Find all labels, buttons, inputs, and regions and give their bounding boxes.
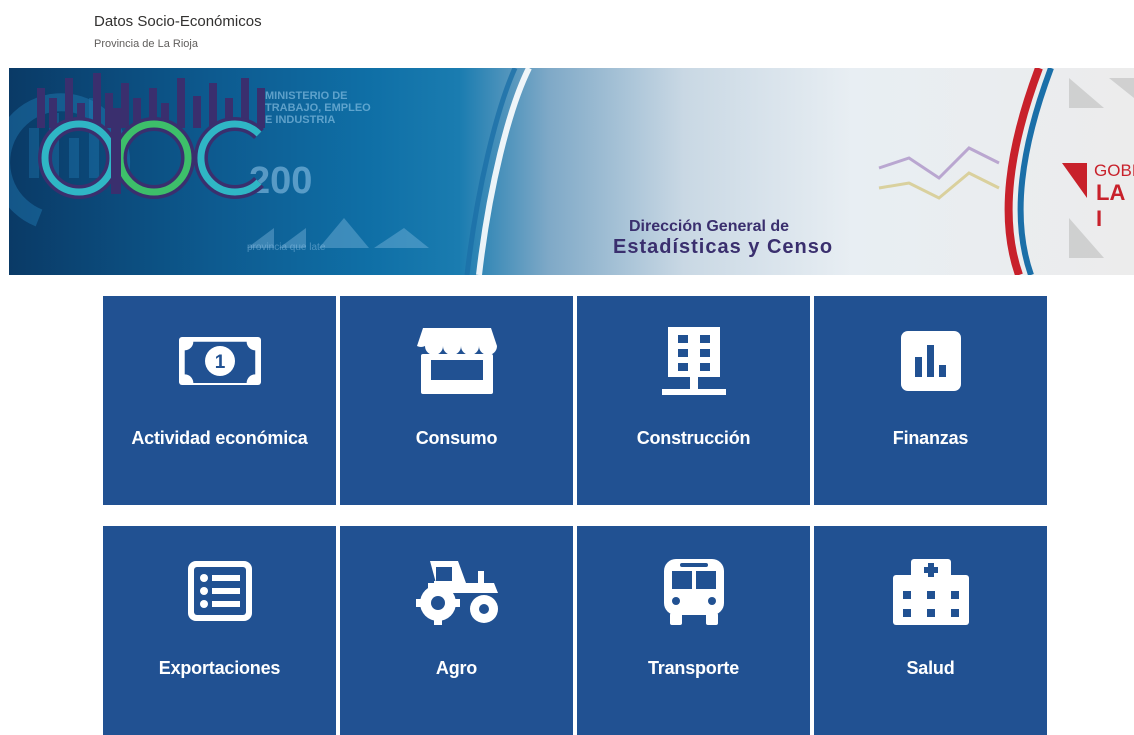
hospital-icon [814, 556, 1047, 626]
bus-icon [577, 556, 810, 626]
tile-transporte[interactable]: Transporte [577, 526, 810, 735]
money-icon: 1 [103, 326, 336, 396]
tractor-icon [340, 556, 573, 626]
tile-label: Consumo [415, 428, 498, 448]
tile-label: Transporte [647, 658, 740, 678]
dec-title-line1: Dirección General de [629, 218, 790, 235]
tile-finanzas[interactable]: Finanzas [814, 296, 1047, 505]
bar-chart-icon [814, 326, 1047, 396]
dec-title-line2: Estadísticas y Censo [613, 236, 834, 258]
svg-text:1: 1 [214, 352, 225, 373]
tile-exportaciones[interactable]: Exportaciones [103, 526, 336, 735]
tile-label: Finanzas [892, 428, 969, 448]
site-header: Datos Socio-Económicos Provincia de La R… [94, 12, 262, 50]
tile-construccion[interactable]: Construcción [577, 296, 810, 505]
tile-agro[interactable]: Agro [340, 526, 573, 735]
dec-logo-icon [37, 73, 265, 199]
tile-salud[interactable]: Salud [814, 526, 1047, 735]
hero-banner: MINISTERIO DE TRABAJO, EMPLEO E INDUSTRI… [9, 68, 1134, 275]
site-subtitle: Provincia de La Rioja [94, 38, 198, 50]
tile-actividad-economica[interactable]: 1 Actividad económica [103, 296, 336, 505]
gobierno-text-line2: LA I [1096, 180, 1125, 231]
list-icon [103, 556, 336, 626]
building-icon [577, 326, 810, 396]
site-title[interactable]: Datos Socio-Económicos [94, 12, 262, 32]
tile-label: Exportaciones [158, 658, 281, 678]
tile-consumo[interactable]: Consumo [340, 296, 573, 505]
tile-label: Construcción [636, 428, 751, 448]
gobierno-text-line1: GOBI [1094, 161, 1134, 180]
provincia-tagline: provincia que late [247, 242, 326, 253]
tile-label: Agro [435, 658, 478, 678]
tile-label: Salud [906, 658, 955, 678]
store-icon [340, 326, 573, 396]
tile-label: Actividad económica [131, 428, 308, 448]
